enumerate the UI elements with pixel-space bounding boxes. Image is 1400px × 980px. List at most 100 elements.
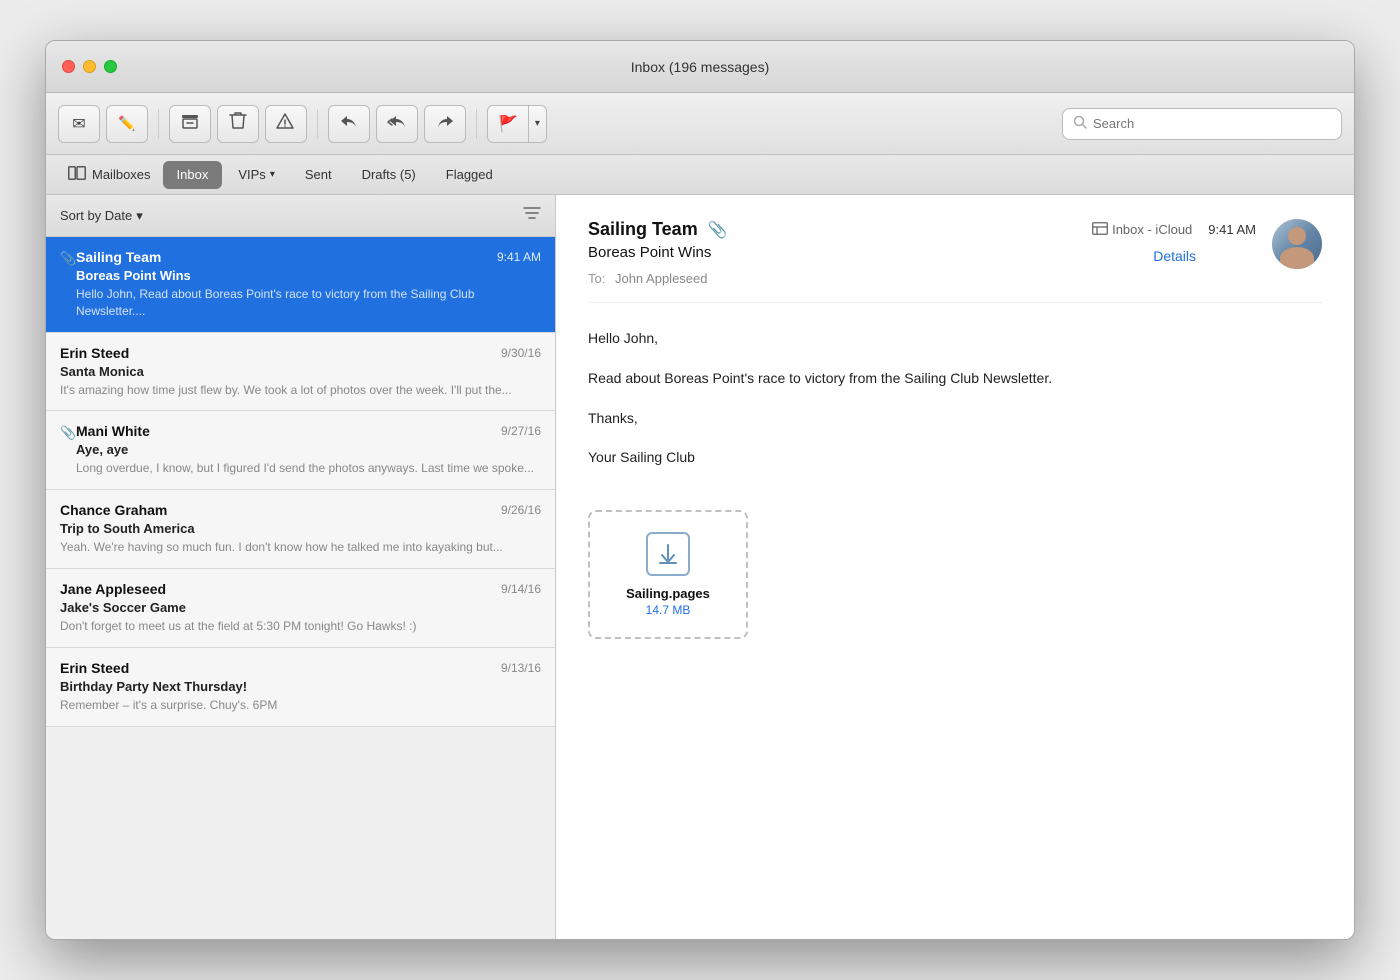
junk-icon bbox=[276, 112, 296, 135]
new-message-icon: ✉ bbox=[72, 114, 85, 134]
message-subject: Jake's Soccer Game bbox=[60, 600, 541, 615]
new-message-button[interactable]: ✉ bbox=[58, 105, 100, 143]
archive-icon bbox=[180, 111, 200, 136]
message-header-row: Mani White 9/27/16 bbox=[76, 423, 541, 439]
message-preview: Hello John, Read about Boreas Point's ra… bbox=[76, 286, 541, 320]
archive-button[interactable] bbox=[169, 105, 211, 143]
message-item[interactable]: Erin Steed 9/13/16 Birthday Party Next T… bbox=[46, 648, 555, 727]
separator-2 bbox=[317, 109, 318, 139]
body-line-2: Read about Boreas Point's race to victor… bbox=[588, 367, 1322, 391]
message-preview: It's amazing how time just flew by. We t… bbox=[60, 382, 541, 399]
reply-icon bbox=[339, 112, 359, 135]
separator-3 bbox=[476, 109, 477, 139]
message-subject: Santa Monica bbox=[60, 364, 541, 379]
detail-pane: Sailing Team 📎 bbox=[556, 195, 1354, 939]
message-sender: Erin Steed bbox=[60, 660, 129, 676]
attachment-name: Sailing.pages bbox=[614, 586, 722, 601]
tab-drafts[interactable]: Drafts (5) bbox=[348, 161, 430, 189]
attachment-clip-icon: 📎 bbox=[60, 425, 76, 441]
reply-all-icon bbox=[386, 112, 408, 135]
separator-1 bbox=[158, 109, 159, 139]
maximize-button[interactable] bbox=[104, 60, 117, 73]
message-sender: Mani White bbox=[76, 423, 150, 439]
email-inbox-label: Inbox - iCloud bbox=[1092, 222, 1192, 238]
message-header-row: Erin Steed 9/30/16 bbox=[60, 345, 541, 361]
tab-flagged-label: Flagged bbox=[446, 167, 493, 182]
message-preview: Long overdue, I know, but I figured I'd … bbox=[76, 460, 541, 477]
mailboxes-button[interactable]: Mailboxes bbox=[58, 162, 161, 187]
message-subject: Aye, aye bbox=[76, 442, 541, 457]
email-attachment-clip-icon: 📎 bbox=[708, 220, 728, 240]
message-header-row: Chance Graham 9/26/16 bbox=[60, 502, 541, 518]
tab-inbox[interactable]: Inbox bbox=[163, 161, 223, 189]
message-subject: Boreas Point Wins bbox=[76, 268, 541, 283]
filter-icon bbox=[523, 206, 541, 220]
avatar bbox=[1272, 219, 1322, 269]
tab-flagged[interactable]: Flagged bbox=[432, 161, 507, 189]
email-body: Hello John, Read about Boreas Point's ra… bbox=[588, 327, 1322, 486]
sidebar-icon bbox=[68, 166, 86, 183]
download-icon bbox=[646, 532, 690, 576]
main-content: Sort by Date ▾ 📎 Sailing Team bbox=[46, 195, 1354, 939]
body-line-4: Your Sailing Club bbox=[588, 446, 1322, 470]
message-item[interactable]: Erin Steed 9/30/16 Santa Monica It's ama… bbox=[46, 333, 555, 412]
email-time: 9:41 AM bbox=[1208, 222, 1256, 237]
tab-bar: Mailboxes Inbox VIPs ▾ Sent Drafts (5) F… bbox=[46, 155, 1354, 195]
compose-button[interactable]: ✏️ bbox=[106, 105, 148, 143]
search-input[interactable] bbox=[1093, 116, 1331, 131]
message-sender: Jane Appleseed bbox=[60, 581, 166, 597]
compose-icon: ✏️ bbox=[118, 115, 135, 132]
message-list: Sort by Date ▾ 📎 Sailing Team bbox=[46, 195, 556, 939]
minimize-button[interactable] bbox=[83, 60, 96, 73]
mailboxes-label: Mailboxes bbox=[92, 167, 151, 182]
message-item[interactable]: Jane Appleseed 9/14/16 Jake's Soccer Gam… bbox=[46, 569, 555, 648]
reply-all-button[interactable] bbox=[376, 105, 418, 143]
tab-vips[interactable]: VIPs ▾ bbox=[224, 161, 289, 189]
tab-drafts-label: Drafts (5) bbox=[362, 167, 416, 182]
message-time: 9/30/16 bbox=[501, 346, 541, 360]
email-to-row: To: John Appleseed bbox=[588, 271, 1256, 286]
search-icon bbox=[1073, 115, 1087, 132]
message-sender: Sailing Team bbox=[76, 249, 161, 265]
toolbar: ✉ ✏️ bbox=[46, 93, 1354, 155]
tab-sent-label: Sent bbox=[305, 167, 332, 182]
message-item[interactable]: 📎 Mani White 9/27/16 Aye, aye Long overd… bbox=[46, 411, 555, 490]
message-item[interactable]: Chance Graham 9/26/16 Trip to South Amer… bbox=[46, 490, 555, 569]
sort-label: Sort by Date bbox=[60, 208, 132, 223]
inbox-label-text: Inbox - iCloud bbox=[1112, 222, 1192, 237]
flag-icon: 🚩 bbox=[498, 114, 518, 134]
flag-dropdown-button[interactable]: ▾ bbox=[529, 105, 547, 143]
title-bar: Inbox (196 messages) bbox=[46, 41, 1354, 93]
message-preview: Yeah. We're having so much fun. I don't … bbox=[60, 539, 541, 556]
trash-icon bbox=[229, 111, 247, 136]
email-from-row: Sailing Team 📎 bbox=[588, 219, 1256, 240]
message-item[interactable]: 📎 Sailing Team 9:41 AM Boreas Point Wins… bbox=[46, 237, 555, 333]
email-subject: Boreas Point Wins bbox=[588, 244, 711, 261]
junk-button[interactable] bbox=[265, 105, 307, 143]
search-bar[interactable] bbox=[1062, 108, 1342, 140]
forward-icon bbox=[435, 112, 455, 135]
message-items: 📎 Sailing Team 9:41 AM Boreas Point Wins… bbox=[46, 237, 555, 939]
message-time: 9:41 AM bbox=[497, 250, 541, 264]
attachment-container[interactable]: Sailing.pages 14.7 MB bbox=[588, 510, 748, 639]
tab-sent[interactable]: Sent bbox=[291, 161, 346, 189]
forward-button[interactable] bbox=[424, 105, 466, 143]
sort-button[interactable]: Sort by Date ▾ bbox=[60, 208, 143, 224]
attachment-clip-icon: 📎 bbox=[60, 251, 76, 267]
sort-chevron-icon: ▾ bbox=[136, 208, 143, 224]
close-button[interactable] bbox=[62, 60, 75, 73]
email-header-main: Sailing Team 📎 bbox=[588, 219, 1256, 286]
list-header: Sort by Date ▾ bbox=[46, 195, 555, 237]
details-link[interactable]: Details bbox=[1153, 248, 1256, 264]
message-time: 9/13/16 bbox=[501, 661, 541, 675]
message-time: 9/26/16 bbox=[501, 503, 541, 517]
window-title: Inbox (196 messages) bbox=[631, 59, 770, 75]
flag-dropdown-chevron-icon: ▾ bbox=[535, 118, 540, 129]
message-subject: Birthday Party Next Thursday! bbox=[60, 679, 541, 694]
delete-button[interactable] bbox=[217, 105, 259, 143]
filter-button[interactable] bbox=[523, 206, 541, 225]
message-time: 9/14/16 bbox=[501, 582, 541, 596]
body-line-1: Hello John, bbox=[588, 327, 1322, 351]
reply-button[interactable] bbox=[328, 105, 370, 143]
flag-button[interactable]: 🚩 bbox=[487, 105, 529, 143]
